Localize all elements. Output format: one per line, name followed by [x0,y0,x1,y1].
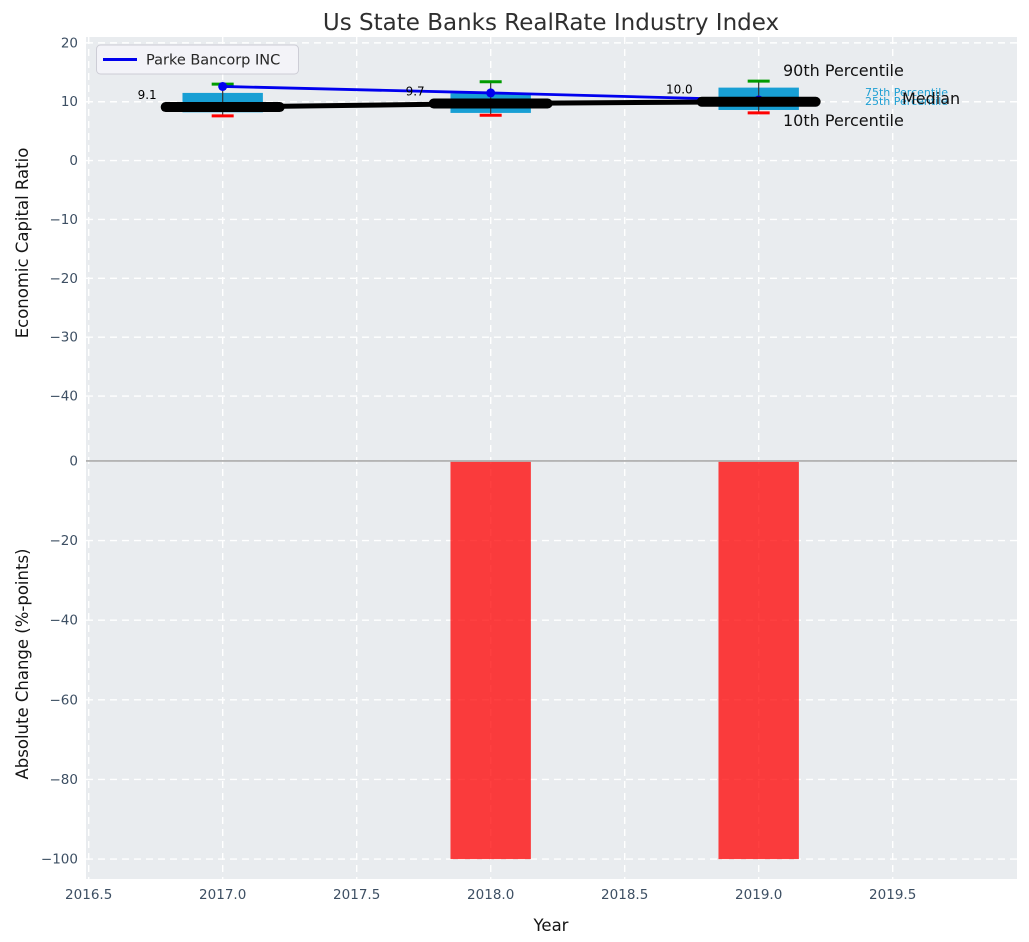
chart-title: Us State Banks RealRate Industry Index [323,10,779,36]
bottom-y-tick-label: −20 [50,533,79,549]
bottom-y-tick-label: 0 [69,453,78,469]
x-tick-label: 2017.0 [199,887,246,903]
top-y-tick-label: −30 [50,330,79,346]
industry-index-chart: 9.19.710.090th Percentile75th Percentile… [0,0,1029,942]
x-tick-label: 2019.5 [869,887,916,903]
top-y-axis-label: Economic Capital Ratio [13,148,32,339]
top-y-tick-label: 20 [61,35,78,51]
10th-percentile-label: 10th Percentile [783,111,904,130]
median-label: Median [902,89,960,108]
bottom-y-tick-label: −40 [50,613,79,629]
x-tick-label: 2018.0 [467,887,514,903]
top-y-tick-label: 10 [61,94,78,110]
x-tick-label: 2019.0 [735,887,782,903]
legend: Parke Bancorp INC [97,45,299,74]
median-value-label-2017: 9.1 [138,88,157,102]
legend-label: Parke Bancorp INC [146,53,280,69]
parke-bancorp-marker-2018 [486,88,495,97]
industry-index-figure: 9.19.710.090th Percentile75th Percentile… [0,0,1029,942]
x-tick-label: 2018.5 [601,887,648,903]
x-tick-label: 2016.5 [65,887,112,903]
top-y-tick-label: −40 [50,389,79,405]
bottom-y-tick-label: −80 [50,772,79,788]
bottom-y-tick-label: −100 [41,852,78,868]
bottom-y-tick-label: −60 [50,692,79,708]
median-value-label-2019: 10.0 [666,83,693,97]
plot-background [86,37,1017,879]
change-bar-2018 [450,461,530,859]
top-y-tick-label: −20 [50,271,79,287]
90th-percentile-label: 90th Percentile [783,61,904,80]
bottom-y-axis-label: Absolute Change (%-points) [13,549,32,780]
parke-bancorp-marker-2017 [218,82,227,91]
x-tick-label: 2017.5 [333,887,380,903]
change-bar-2019 [718,461,798,859]
top-y-tick-label: 0 [69,153,78,169]
median-value-label-2018: 9.7 [406,85,425,99]
x-axis-label: Year [533,916,569,935]
top-y-tick-label: −10 [50,212,79,228]
